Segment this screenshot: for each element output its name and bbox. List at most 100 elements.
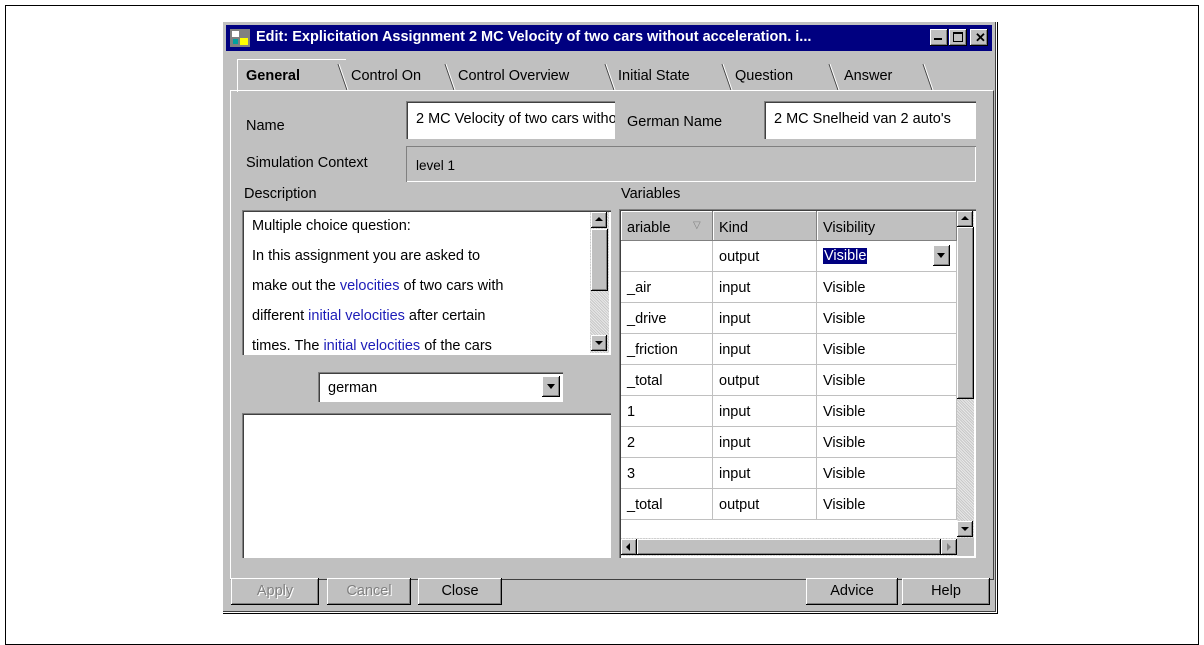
- scroll-thumb[interactable]: [591, 229, 608, 291]
- description-line: different initial velocities after certa…: [252, 308, 485, 324]
- simulation-context-field: level 1: [406, 146, 976, 182]
- minimize-icon: [934, 38, 942, 40]
- kind-cell[interactable]: input: [713, 272, 817, 303]
- maximize-icon: [953, 32, 963, 42]
- visibility-cell[interactable]: Visible: [817, 458, 957, 489]
- glossary-link[interactable]: velocities: [340, 278, 400, 294]
- description-scrollbar[interactable]: [590, 212, 609, 353]
- tab-question[interactable]: Question: [721, 62, 821, 90]
- visibility-cell[interactable]: Visible: [817, 489, 957, 520]
- variable-cell[interactable]: _air: [621, 272, 713, 303]
- glossary-link[interactable]: initial velocities: [323, 338, 420, 354]
- column-header-visibility[interactable]: Visibility: [817, 211, 957, 241]
- german-name-label: German Name: [627, 114, 723, 130]
- visibility-cell[interactable]: Visible: [817, 427, 957, 458]
- title-bar[interactable]: Edit: Explicitation Assignment 2 MC Velo…: [226, 25, 992, 51]
- kind-cell[interactable]: input: [713, 427, 817, 458]
- variable-cell[interactable]: _total: [621, 365, 713, 396]
- variable-cell[interactable]: 1: [621, 396, 713, 427]
- description-line: make out the velocities of two cars with: [252, 278, 503, 294]
- variable-cell[interactable]: 2: [621, 427, 713, 458]
- variable-cell[interactable]: _total: [621, 489, 713, 520]
- scroll-thumb[interactable]: [637, 539, 941, 555]
- translation-textarea[interactable]: [242, 413, 611, 558]
- description-text-span: different: [252, 308, 309, 324]
- description-text-span: of two cars with: [399, 278, 504, 294]
- visibility-dropdown-button[interactable]: [933, 245, 950, 266]
- scroll-up-button[interactable]: [957, 211, 973, 227]
- kind-cell[interactable]: output: [713, 489, 817, 520]
- scroll-thumb[interactable]: [957, 227, 974, 399]
- simulation-context-value: level 1: [416, 158, 456, 173]
- column-header-variable[interactable]: ariable ▽: [621, 211, 713, 241]
- tab-general-label: General: [246, 68, 300, 84]
- arrow-down-icon: [595, 341, 603, 345]
- minimize-button[interactable]: [930, 29, 948, 46]
- kind-cell[interactable]: input: [713, 303, 817, 334]
- kind-cell[interactable]: output: [713, 365, 817, 396]
- visibility-cell[interactable]: Visible: [817, 303, 957, 334]
- tab-answer-label: Answer: [844, 68, 893, 84]
- german-name-field[interactable]: 2 MC Snelheid van 2 auto's: [764, 101, 976, 139]
- scroll-down-button[interactable]: [957, 521, 973, 537]
- variable-cell[interactable]: _friction: [621, 334, 713, 365]
- scroll-up-button[interactable]: [591, 212, 607, 228]
- glossary-link[interactable]: initial velocities: [308, 308, 405, 324]
- name-field[interactable]: 2 MC Velocity of two cars without accele…: [406, 101, 615, 139]
- language-select[interactable]: german: [318, 372, 563, 402]
- language-dropdown-button[interactable]: [542, 376, 560, 397]
- visibility-cell[interactable]: Visible: [817, 396, 957, 427]
- description-text-span: In this assignment you are asked to: [252, 248, 481, 264]
- visibility-cell[interactable]: Visible: [817, 272, 957, 303]
- cancel-button[interactable]: Cancel: [327, 578, 411, 605]
- table-vertical-scrollbar[interactable]: [957, 211, 974, 539]
- scroll-left-button[interactable]: [621, 539, 637, 555]
- scroll-right-button[interactable]: [941, 539, 957, 555]
- column-header-kind[interactable]: Kind: [713, 211, 817, 241]
- variables-table[interactable]: ariable ▽ Kind Visibility output Visible _…: [619, 209, 976, 558]
- column-header-variable-label: ariable: [627, 220, 671, 236]
- advice-button[interactable]: Advice: [806, 578, 898, 605]
- arrow-left-icon: [626, 543, 630, 551]
- tab-control-on[interactable]: Control On: [337, 62, 447, 90]
- tab-separator: [444, 64, 456, 90]
- tab-separator: [337, 64, 349, 90]
- tab-separator: [922, 64, 934, 90]
- variable-cell[interactable]: _drive: [621, 303, 713, 334]
- table-horizontal-scrollbar[interactable]: [621, 538, 957, 556]
- description-line: Multiple choice question:: [252, 218, 411, 234]
- visibility-editor-combobox[interactable]: Visible: [817, 241, 957, 272]
- help-button[interactable]: Help: [902, 578, 990, 605]
- tab-initial-state[interactable]: Initial State: [604, 62, 724, 90]
- kind-cell[interactable]: output: [713, 241, 817, 272]
- visibility-cell[interactable]: Visible: [817, 365, 957, 396]
- kind-cell[interactable]: input: [713, 396, 817, 427]
- description-textarea[interactable]: Multiple choice question: In this assignm…: [242, 210, 611, 355]
- description-text-span: times. The: [252, 338, 324, 354]
- kind-cell[interactable]: input: [713, 458, 817, 489]
- variable-cell[interactable]: 3: [621, 458, 713, 489]
- tab-separator: [828, 64, 840, 90]
- tab-general[interactable]: General: [237, 59, 346, 92]
- app-icon: [230, 29, 250, 47]
- apply-button[interactable]: Apply: [231, 578, 319, 605]
- description-line: In this assignment you are asked to: [252, 248, 480, 264]
- kind-cell[interactable]: input: [713, 334, 817, 365]
- variables-label: Variables: [621, 186, 681, 202]
- close-button[interactable]: Close: [418, 578, 502, 605]
- description-text-span: of the cars: [420, 338, 492, 354]
- visibility-editor-value: Visible: [823, 248, 868, 264]
- scroll-down-button[interactable]: [591, 335, 607, 351]
- maximize-button[interactable]: [949, 29, 967, 46]
- tab-answer[interactable]: Answer: [828, 62, 938, 90]
- sort-icon: ▽: [693, 220, 701, 231]
- close-icon: ✕: [975, 30, 986, 45]
- close-window-button[interactable]: ✕: [970, 29, 988, 46]
- tab-initial-state-label: Initial State: [618, 68, 690, 84]
- tab-separator: [721, 64, 733, 90]
- visibility-cell[interactable]: Visible: [817, 334, 957, 365]
- tab-control-overview[interactable]: Control Overview: [444, 62, 614, 90]
- variable-cell[interactable]: [621, 241, 713, 272]
- tab-control-on-label: Control On: [351, 68, 422, 84]
- tab-question-label: Question: [735, 68, 794, 84]
